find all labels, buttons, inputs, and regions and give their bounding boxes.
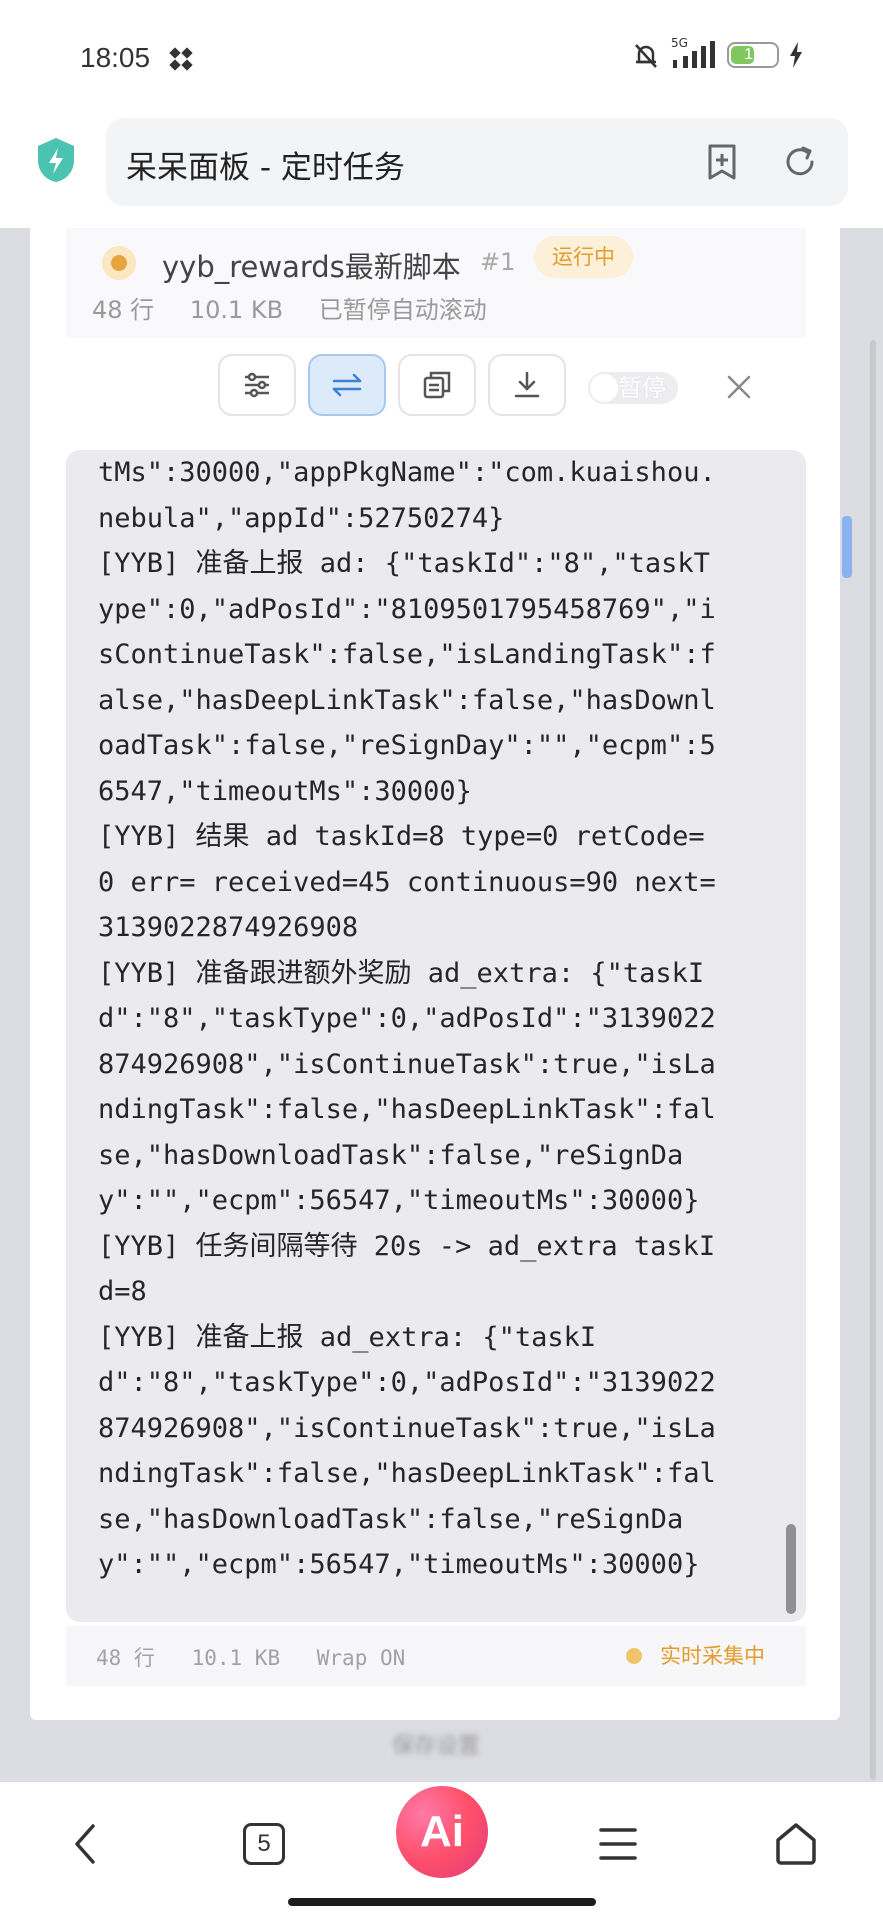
log-line: alse,"hasDeepLinkTask":false,"hasDownl	[98, 684, 716, 716]
log-text: tMs":30000,"appPkgName":"com.kuaishou. ne…	[98, 450, 758, 1588]
page-scrollbar[interactable]	[870, 340, 876, 1780]
log-output[interactable]: tMs":30000,"appPkgName":"com.kuaishou. ne…	[66, 450, 806, 1622]
settings-sliders-icon	[245, 372, 269, 398]
status-bar: 18:05 5G 17	[0, 0, 883, 110]
task-header: yyb_rewards最新脚本 #1 运行中 48 行 10.1 KB 已暂停自…	[66, 228, 806, 338]
log-line: d=8	[98, 1276, 147, 1307]
live-dot-icon	[626, 1648, 642, 1664]
background-text: 保存设置	[392, 1734, 481, 1759]
footer-file-size: 10.1 KB	[191, 1646, 281, 1670]
pause-label: 暂停	[618, 374, 666, 402]
background-button-edge	[842, 516, 852, 578]
log-line: nebula","appId":52750274}	[98, 502, 505, 534]
wrap-button[interactable]	[308, 354, 386, 416]
log-line: 6547,"timeoutMs":30000}	[98, 775, 472, 807]
download-button[interactable]	[488, 354, 566, 416]
footer-meta: 48 行 10.1 KB Wrap ON	[96, 1642, 429, 1672]
menu-icon	[599, 1828, 637, 1860]
bottom-nav: 5 Ai	[0, 1782, 883, 1920]
log-line: 874926908","isContinueTask":true,"isLa	[98, 1412, 716, 1444]
battery-level: 17	[744, 46, 762, 63]
wrap-icon	[332, 373, 362, 397]
toggle-knob	[590, 374, 618, 402]
copy-icon	[423, 371, 451, 399]
back-button[interactable]	[54, 1812, 118, 1876]
signal-icon: 5G	[671, 36, 717, 70]
log-scrollbar[interactable]	[786, 1524, 796, 1614]
settings-button[interactable]	[218, 354, 296, 416]
close-icon[interactable]	[722, 370, 756, 404]
pause-toggle[interactable]: 暂停	[588, 372, 678, 404]
log-line: d":"8","taskType":0,"adPosId":"3139022	[98, 1003, 716, 1034]
tabs-button[interactable]: 5	[232, 1812, 296, 1876]
log-footer: 48 行 10.1 KB Wrap ON 实时采集中	[66, 1626, 806, 1686]
task-name: yyb_rewards最新脚本	[162, 250, 461, 284]
log-line: y":"","ecpm":56547,"timeoutMs":30000}	[98, 1549, 700, 1580]
ai-label: Ai	[420, 1807, 464, 1856]
address-bar[interactable]: 呆呆面板 - 定时任务	[106, 118, 848, 206]
shield-icon[interactable]	[34, 136, 78, 184]
log-line: ype":0,"adPosId":"8109501795458769","i	[98, 593, 716, 625]
log-line: [YYB] 任务间隔等待 20s -> ad_extra taskI	[98, 1230, 716, 1262]
log-line: [YYB] 准备跟进额外奖励 ad_extra: {"taskI	[98, 957, 705, 989]
footer-line-count: 48 行	[96, 1646, 155, 1670]
battery-icon: 17	[727, 42, 779, 68]
task-meta: 48 行 10.1 KB 已暂停自动滚动	[92, 290, 515, 325]
log-line: 3139022874926908	[98, 912, 359, 943]
app-notification-icon	[169, 47, 193, 71]
status-icons: 5G 17	[631, 36, 803, 70]
tabs-icon: 5	[243, 1823, 285, 1865]
back-icon	[75, 1824, 95, 1864]
log-line: oadTask":false,"reSignDay":"","ecpm":5	[98, 730, 716, 761]
home-button[interactable]	[764, 1812, 828, 1876]
add-bookmark-icon[interactable]	[702, 142, 742, 182]
file-size: 10.1 KB	[189, 296, 284, 324]
copy-button[interactable]	[398, 354, 476, 416]
log-line: [YYB] 准备上报 ad: {"taskId":"8","taskT	[98, 548, 710, 579]
log-line: [YYB] 结果 ad taskId=8 type=0 retCode=	[98, 821, 705, 852]
tab-count: 5	[257, 1830, 271, 1857]
log-line: tMs":30000,"appPkgName":"com.kuaishou.	[98, 457, 716, 488]
log-line: [YYB] 准备上报 ad_extra: {"taskI	[98, 1321, 597, 1353]
mute-bell-icon	[635, 44, 657, 68]
log-line: sContinueTask":false,"isLandingTask":f	[98, 639, 716, 670]
running-dot-icon	[102, 246, 136, 280]
wrap-status: Wrap ON	[316, 1646, 406, 1670]
page-title: 呆呆面板 - 定时任务	[126, 150, 405, 186]
log-line: se,"hasDownloadTask":false,"reSignDa	[98, 1503, 684, 1535]
log-line: d":"8","taskType":0,"adPosId":"3139022	[98, 1367, 716, 1398]
menu-button[interactable]	[586, 1812, 650, 1876]
charging-icon	[790, 42, 802, 68]
log-line: ndingTask":false,"hasDeepLinkTask":fal	[98, 1458, 716, 1489]
log-line: 0 err= received=45 continuous=90 next=	[98, 866, 716, 898]
home-icon	[776, 1823, 816, 1865]
ai-assistant-button[interactable]: Ai	[396, 1786, 488, 1878]
autoscroll-status: 已暂停自动滚动	[318, 296, 487, 324]
log-line: 874926908","isContinueTask":true,"isLa	[98, 1048, 716, 1080]
home-indicator[interactable]	[288, 1898, 596, 1906]
task-number: #1	[480, 248, 516, 276]
log-line: y":"","ecpm":56547,"timeoutMs":30000}	[98, 1185, 700, 1216]
refresh-icon[interactable]	[780, 142, 820, 182]
log-line: se,"hasDownloadTask":false,"reSignDa	[98, 1139, 684, 1171]
log-toolbar: 暂停	[66, 338, 806, 448]
status-badge: 运行中	[534, 236, 633, 278]
line-count: 48 行	[92, 296, 155, 324]
status-time: 18:05	[80, 42, 151, 73]
live-status: 实时采集中	[660, 1644, 765, 1668]
download-icon	[514, 371, 540, 398]
log-line: ndingTask":false,"hasDeepLinkTask":fal	[98, 1094, 716, 1125]
